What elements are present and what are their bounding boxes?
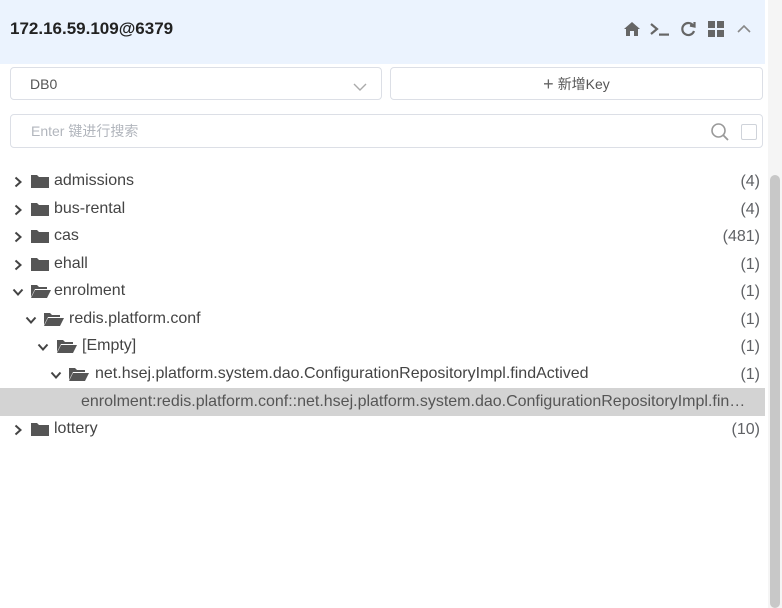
key-count: (1) <box>740 365 760 383</box>
chevron-right-icon[interactable] <box>12 423 24 435</box>
folder-name: admissions <box>54 172 135 189</box>
folder-open-icon <box>68 365 90 388</box>
tree-folder-row[interactable]: net.hsej.platform.system.dao.Configurati… <box>0 361 765 389</box>
chevron-right-icon[interactable] <box>12 175 24 188</box>
grid-icon[interactable] <box>705 18 727 40</box>
key-count: (1) <box>740 310 760 328</box>
chevron-down-icon[interactable] <box>12 285 24 297</box>
folder-name: enrolment <box>54 282 126 299</box>
folder-open-icon <box>43 310 65 333</box>
chevron-down-icon[interactable] <box>25 313 37 325</box>
db-select[interactable]: DB0 <box>10 67 382 100</box>
key-count: (10) <box>731 420 760 438</box>
folder-name: cas <box>54 227 79 244</box>
search-box <box>10 114 763 148</box>
folder-open-icon <box>56 337 78 360</box>
terminal-icon[interactable] <box>649 18 671 40</box>
key-count: (4) <box>740 200 760 218</box>
db-select-value: DB0 <box>30 76 58 92</box>
key-count: (4) <box>740 173 760 190</box>
folder-open-icon <box>30 282 52 305</box>
folder-name: lottery <box>54 419 98 437</box>
folder-icon <box>30 172 50 195</box>
chevron-right-icon[interactable] <box>12 258 24 270</box>
connection-title: 172.16.59.109@6379 <box>10 19 174 38</box>
tree-folder-row[interactable]: enrolment (1) <box>0 278 765 306</box>
tree-folder-row[interactable]: cas (481) <box>0 223 765 251</box>
folder-icon <box>30 227 50 250</box>
key-item[interactable]: enrolment:redis.platform.conf::net.hsej.… <box>0 388 765 416</box>
add-key-button[interactable]: + 新增Key <box>390 67 763 100</box>
exact-search-checkbox[interactable] <box>741 124 757 140</box>
tree-folder-row[interactable]: redis.platform.conf (1) <box>0 306 765 334</box>
folder-name: ehall <box>54 254 88 272</box>
home-icon[interactable] <box>621 18 643 40</box>
search-input[interactable] <box>29 122 673 140</box>
folder-icon <box>30 200 50 223</box>
add-key-label: 新增Key <box>557 75 610 92</box>
tree-folder-row[interactable]: bus-rental (4) <box>0 196 765 224</box>
tree-folder-row[interactable]: lottery (10) <box>0 416 765 444</box>
search-icon[interactable] <box>710 122 730 147</box>
folder-name: redis.platform.conf <box>69 309 201 327</box>
tree-folder-row[interactable]: [Empty] (1) <box>0 333 765 361</box>
folder-icon <box>30 420 50 443</box>
scrollbar-thumb[interactable] <box>770 175 780 608</box>
key-tree: admissions (4) bus-rental (4) cas (481) ehall (… <box>0 168 765 443</box>
plus-icon: + <box>543 73 554 94</box>
key-count: (481) <box>722 228 760 245</box>
key-name: enrolment:redis.platform.conf::net.hsej.… <box>81 393 751 410</box>
key-count: (1) <box>740 338 760 355</box>
chevron-down-icon <box>353 79 367 97</box>
key-count: (1) <box>740 255 760 273</box>
chevron-down-icon[interactable] <box>50 368 62 380</box>
folder-name: bus-rental <box>54 199 126 217</box>
key-count: (1) <box>740 283 760 300</box>
header-toolbar <box>621 18 755 40</box>
folder-name: [Empty] <box>82 337 137 354</box>
folder-icon <box>30 255 50 278</box>
chevron-up-icon[interactable] <box>733 18 755 40</box>
connection-header: 172.16.59.109@6379 <box>0 0 765 64</box>
chevron-right-icon[interactable] <box>12 230 24 243</box>
refresh-icon[interactable] <box>677 18 699 40</box>
chevron-down-icon[interactable] <box>37 340 49 352</box>
tree-folder-row[interactable]: ehall (1) <box>0 251 765 279</box>
folder-name: net.hsej.platform.system.dao.Configurati… <box>95 364 589 382</box>
tree-folder-row[interactable]: admissions (4) <box>0 168 765 196</box>
chevron-right-icon[interactable] <box>12 203 24 215</box>
